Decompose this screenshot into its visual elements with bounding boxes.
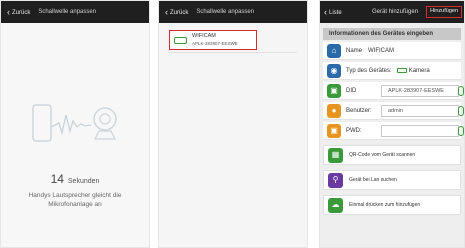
screen-sound-wave-countdown: Zurück Schallwelle anpassen 14 Sekunden … <box>0 0 150 248</box>
pwd-label: PWD: <box>346 127 362 134</box>
did-check-icon <box>458 86 464 96</box>
pwd-row: ▣ PWD: <box>323 122 464 140</box>
cloud-add-icon: ☁ <box>328 197 343 213</box>
screen-title: Gerät hinzufügen <box>372 9 419 15</box>
screen-body: 14 Sekunden Handys Lautsprecher gleicht … <box>1 23 149 247</box>
top-bar: Zurück Schallwelle anpassen <box>159 1 307 23</box>
one-press-add-button[interactable]: ☁ Einmal drücken zum hinzufügen <box>323 195 461 215</box>
section-header: Informationen des Gerätes eingeben <box>323 28 461 40</box>
scan-qr-button[interactable]: ▦ QR-Code vom Gerät scannen <box>323 145 461 165</box>
lan-search-button[interactable]: ⚲ Gerät bei Lan suchen <box>323 170 461 190</box>
name-label: Name <box>346 47 363 54</box>
type-value[interactable]: Kamera <box>409 68 430 74</box>
countdown: 14 Sekunden <box>1 172 149 186</box>
device-list-item[interactable]: WIFICAM APLK-283907-EESWE <box>169 30 257 50</box>
device-info: WIFICAM APLK-283907-EESWE <box>192 33 238 47</box>
countdown-unit: Sekunden <box>67 178 100 185</box>
did-row: ▣ DID APLK-283907-EESWE <box>323 82 464 100</box>
did-field[interactable]: APLK-283907-EESWE <box>381 85 459 97</box>
search-icon: ⚲ <box>328 172 343 188</box>
device-id: APLK-283907-EESWE <box>192 41 238 46</box>
add-button[interactable]: Hinzufügen <box>426 6 462 18</box>
name-field[interactable]: WIFICAM <box>368 48 394 54</box>
back-button[interactable]: Zurück <box>7 7 30 17</box>
lan-search-label: Gerät bei Lan suchen <box>349 177 397 183</box>
screen-title: Schallwelle anpassen <box>38 9 97 15</box>
screen-add-device: Liste Gerät hinzufügen Hinzufügen Inform… <box>319 0 465 248</box>
user-row: ● Benutzer: admin <box>323 102 464 120</box>
hint-text: Handys Lautsprecher gleicht die Mikrofon… <box>28 192 122 208</box>
home-icon: ⌂ <box>327 43 341 58</box>
did-icon: ▣ <box>327 83 341 98</box>
pwd-field[interactable] <box>381 125 459 137</box>
one-press-add-label: Einmal drücken zum hinzufügen <box>349 202 421 208</box>
screen-title: Schallwelle anpassen <box>196 9 255 15</box>
type-row: ◉ Typ des Gerätes: Kamera <box>323 62 461 80</box>
device-name: WIFICAM <box>192 33 216 39</box>
camera-icon <box>174 36 187 44</box>
did-label: DID <box>346 87 357 94</box>
user-check-icon <box>458 106 464 116</box>
user-label: Benutzer: <box>346 107 372 114</box>
camera-icon <box>396 68 407 73</box>
user-icon: ● <box>327 103 341 118</box>
screen-device-found: Zurück Schallwelle anpassen WIFICAM APLK… <box>158 0 308 248</box>
user-field[interactable]: admin <box>381 105 459 117</box>
type-label: Typ des Gerätes: <box>346 67 392 74</box>
countdown-number: 14 <box>50 172 64 186</box>
pwd-check-icon <box>458 126 464 136</box>
qr-code-icon: ▦ <box>328 147 343 163</box>
back-button[interactable]: Liste <box>324 7 342 17</box>
lock-icon: ▣ <box>327 123 341 138</box>
top-bar: Zurück Schallwelle anpassen <box>1 1 149 23</box>
camera-type-icon: ◉ <box>327 63 341 78</box>
back-button[interactable]: Zurück <box>165 7 188 17</box>
name-row: ⌂ Name WIFICAM <box>323 42 461 60</box>
divider <box>169 52 297 53</box>
scan-qr-label: QR-Code vom Gerät scannen <box>349 152 416 158</box>
top-bar: Liste Gerät hinzufügen Hinzufügen <box>320 1 464 23</box>
sound-wave-icon <box>32 104 117 142</box>
